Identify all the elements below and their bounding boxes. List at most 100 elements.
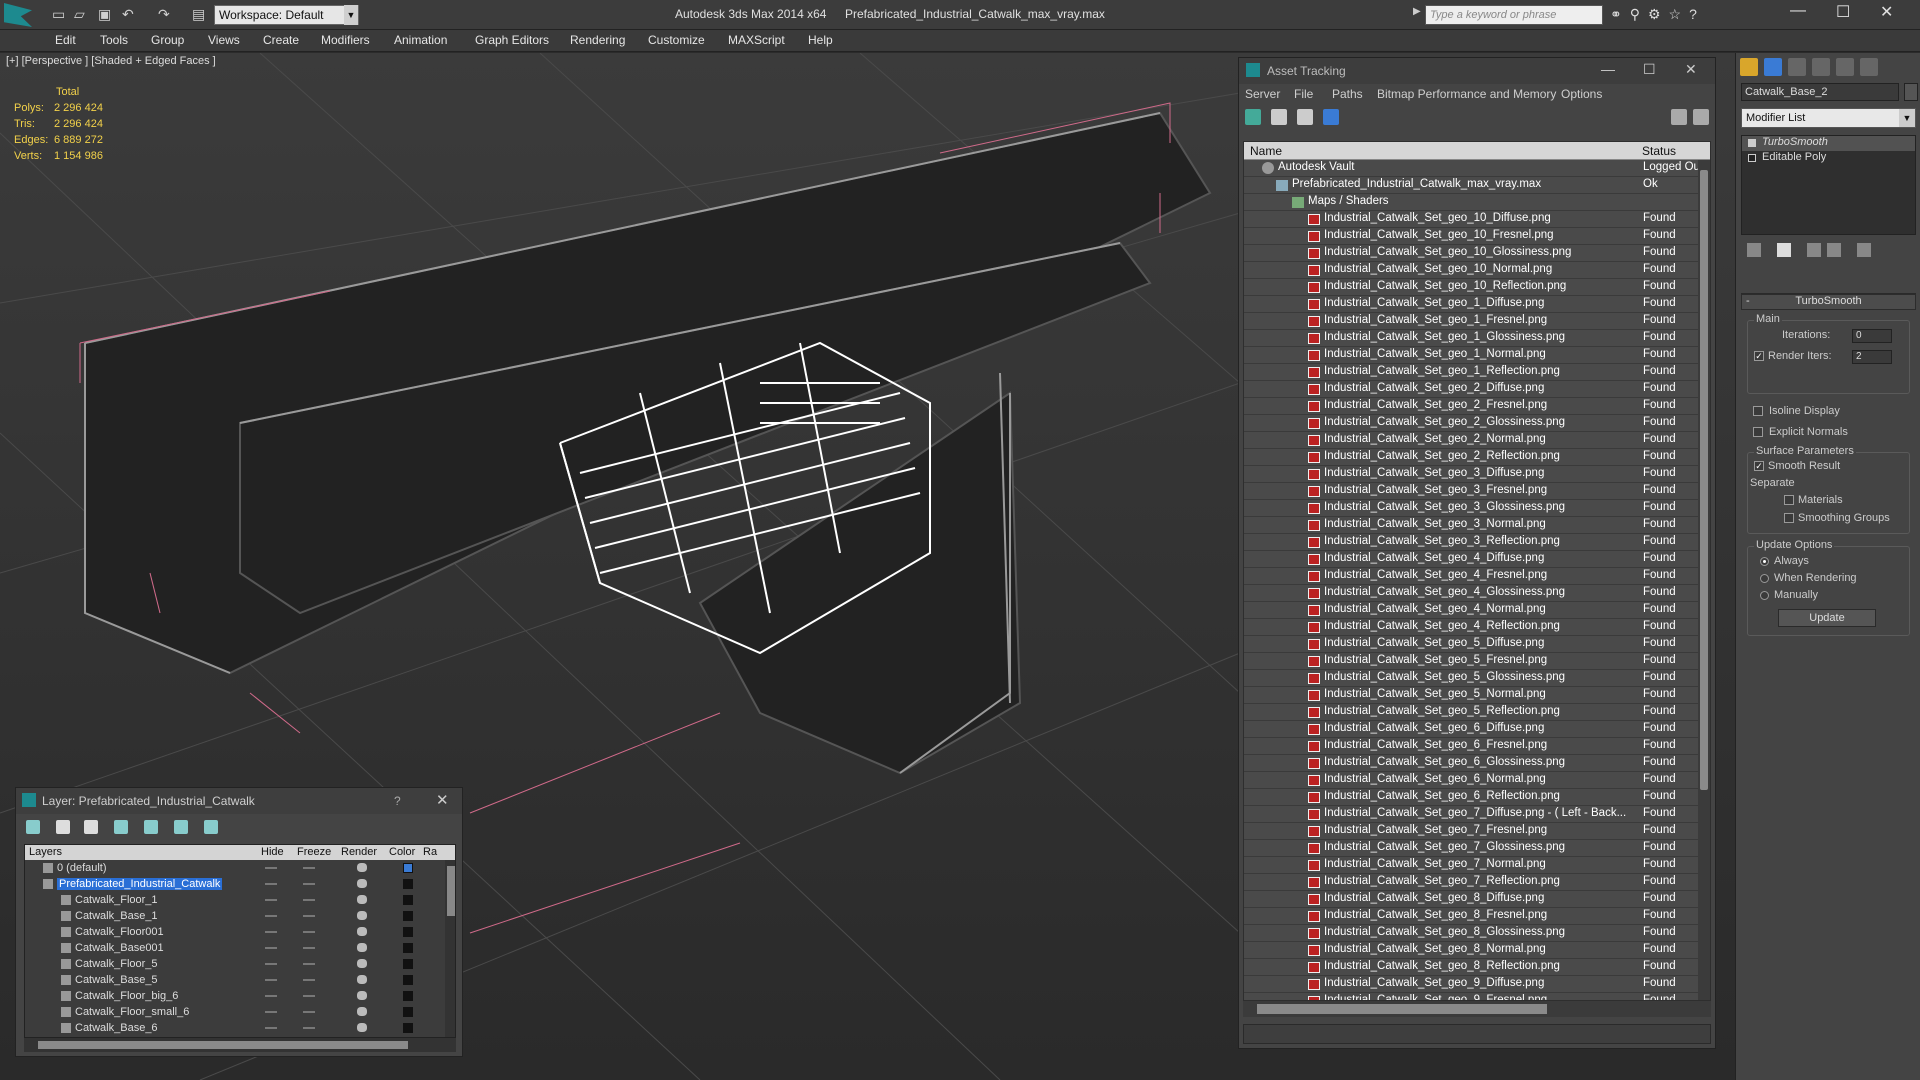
make-unique-icon[interactable] [1807,243,1821,257]
pin-stack-icon[interactable] [1747,243,1761,257]
asset-row-file[interactable]: Industrial_Catwalk_Set_geo_8_Glossiness.… [1244,925,1710,942]
asset-row-file[interactable]: Industrial_Catwalk_Set_geo_2_Diffuse.png… [1244,381,1710,398]
asset-row-file[interactable]: Industrial_Catwalk_Set_geo_6_Diffuse.png… [1244,721,1710,738]
help-icon[interactable] [1671,109,1687,125]
render-teapot-icon[interactable] [357,959,367,968]
scroll-thumb[interactable] [1700,170,1708,790]
asset-row-file[interactable]: Industrial_Catwalk_Set_geo_5_Fresnel.png… [1244,653,1710,670]
materials-checkbox[interactable] [1784,495,1794,505]
freeze-toggle[interactable] [303,931,315,933]
hide-toggle[interactable] [265,931,277,933]
help-button[interactable]: ? [394,794,401,808]
col-hide[interactable]: Hide [261,846,284,858]
menu-edit[interactable]: Edit [55,33,76,47]
asset-row-file[interactable]: Industrial_Catwalk_Set_geo_4_Fresnel.png… [1244,568,1710,585]
undo-icon[interactable]: ↶ [122,6,134,23]
table-view-icon[interactable] [1323,109,1339,125]
menu-maxscript[interactable]: MAXScript [728,33,785,47]
asset-row-file[interactable]: Industrial_Catwalk_Set_geo_6_Glossiness.… [1244,755,1710,772]
asset-row-file[interactable]: Industrial_Catwalk_Set_geo_3_Diffuse.png… [1244,466,1710,483]
list-view-icon[interactable] [1271,109,1287,125]
object-color-swatch[interactable] [1904,83,1918,101]
vertical-scrollbar[interactable] [445,860,455,1037]
always-radio[interactable] [1760,557,1769,566]
freeze-toggle[interactable] [303,979,315,981]
freeze-toggle[interactable] [303,1027,315,1029]
asset-row-file[interactable]: Industrial_Catwalk_Set_geo_1_Normal.png F… [1244,347,1710,364]
scroll-thumb[interactable] [1257,1004,1547,1014]
asset-row-file[interactable]: Industrial_Catwalk_Set_geo_1_Reflection.… [1244,364,1710,381]
render-iters-checkbox[interactable]: ✓ [1754,351,1764,361]
modify-tab-icon[interactable] [1764,58,1782,76]
asset-row-file[interactable]: Industrial_Catwalk_Set_geo_10_Glossiness… [1244,245,1710,262]
asset-row-file[interactable]: Industrial_Catwalk_Set_geo_10_Reflection… [1244,279,1710,296]
asset-row-file[interactable]: Industrial_Catwalk_Set_geo_3_Reflection.… [1244,534,1710,551]
layer-row[interactable]: Catwalk_Floor_big_6 [25,988,455,1004]
layer-color-swatch[interactable] [403,1023,413,1033]
asset-row-file[interactable]: Industrial_Catwalk_Set_geo_3_Glossiness.… [1244,500,1710,517]
refresh-icon[interactable] [1245,109,1261,125]
viewport-label[interactable]: [+] [Perspective ] [Shaded + Edged Faces… [6,55,216,67]
asset-row-maxfile[interactable]: Prefabricated_Industrial_Catwalk_max_vra… [1244,177,1710,194]
menu-group[interactable]: Group [151,33,184,47]
render-iters-spinner[interactable]: 2 [1852,350,1892,364]
remove-modifier-icon[interactable] [1827,243,1841,257]
modifier-list-dropdown[interactable]: Modifier List ▼ [1741,108,1916,128]
asset-row-file[interactable]: Industrial_Catwalk_Set_geo_9_Fresnel.png… [1244,993,1710,1000]
show-end-result-icon[interactable] [1777,243,1791,257]
utilities-tab-icon[interactable] [1860,58,1878,76]
manually-radio[interactable] [1760,591,1769,600]
layer-row[interactable]: Catwalk_Base_6 [25,1020,455,1036]
layer-color-swatch[interactable] [403,895,413,905]
col-freeze[interactable]: Freeze [297,846,331,858]
asset-row-file[interactable]: Industrial_Catwalk_Set_geo_4_Normal.png F… [1244,602,1710,619]
render-teapot-icon[interactable] [357,895,367,904]
asset-row-file[interactable]: Industrial_Catwalk_Set_geo_8_Reflection.… [1244,959,1710,976]
menu-modifiers[interactable]: Modifiers [321,33,370,47]
menu-help[interactable]: Help [808,33,833,47]
asset-row-file[interactable]: Industrial_Catwalk_Set_geo_8_Normal.png F… [1244,942,1710,959]
settings-icon[interactable] [1693,109,1709,125]
open-file-icon[interactable]: ▱ [74,6,85,23]
project-folder-icon[interactable]: ▤ [192,6,205,23]
asset-row-file[interactable]: Industrial_Catwalk_Set_geo_5_Diffuse.png… [1244,636,1710,653]
minimize-button[interactable]: — [1601,61,1615,77]
menu-graph-editors[interactable]: Graph Editors [475,33,549,47]
render-teapot-icon[interactable] [357,911,367,920]
lightbulb-icon[interactable] [1748,139,1756,147]
render-teapot-icon[interactable] [357,1007,367,1016]
hide-all-icon[interactable] [174,820,188,834]
hide-toggle[interactable] [265,963,277,965]
asset-row-file[interactable]: Industrial_Catwalk_Set_geo_8_Diffuse.png… [1244,891,1710,908]
layer-row[interactable]: Catwalk_Floor_1 [25,892,455,908]
menu-paths[interactable]: Paths [1332,87,1363,101]
layer-color-swatch[interactable] [403,1007,413,1017]
freeze-toggle[interactable] [303,1011,315,1013]
hide-toggle[interactable] [265,867,277,869]
close-button[interactable]: ✕ [436,791,449,809]
motion-tab-icon[interactable] [1812,58,1830,76]
stack-item-turbosmooth[interactable]: TurboSmooth [1742,136,1915,151]
render-teapot-icon[interactable] [357,1023,367,1032]
vertical-scrollbar[interactable] [1698,160,1710,1000]
asset-row-folder[interactable]: Maps / Shaders [1244,194,1710,211]
smoothing-groups-checkbox[interactable] [1784,513,1794,523]
layer-row[interactable]: Prefabricated_Industrial_Catwalk [25,876,455,892]
add-to-layer-icon[interactable] [84,820,98,834]
col-name[interactable]: Name [1250,144,1282,158]
asset-row-file[interactable]: Industrial_Catwalk_Set_geo_10_Fresnel.pn… [1244,228,1710,245]
menu-views[interactable]: Views [208,33,240,47]
save-icon[interactable]: ▣ [98,6,111,23]
menu-create[interactable]: Create [263,33,299,47]
select-objects-icon[interactable] [114,820,128,834]
col-layers[interactable]: Layers [29,846,62,858]
freeze-toggle[interactable] [303,995,315,997]
asset-row-file[interactable]: Industrial_Catwalk_Set_geo_3_Normal.png F… [1244,517,1710,534]
explicit-normals-checkbox[interactable] [1753,427,1763,437]
hide-toggle[interactable] [265,979,277,981]
detail-view-icon[interactable] [1297,109,1313,125]
col-render[interactable]: Render [341,846,377,858]
asset-row-file[interactable]: Industrial_Catwalk_Set_geo_7_Reflection.… [1244,874,1710,891]
layer-row[interactable]: 0 (default) [25,860,455,876]
menu-bitmap-performance[interactable]: Bitmap Performance and Memory [1377,87,1556,101]
